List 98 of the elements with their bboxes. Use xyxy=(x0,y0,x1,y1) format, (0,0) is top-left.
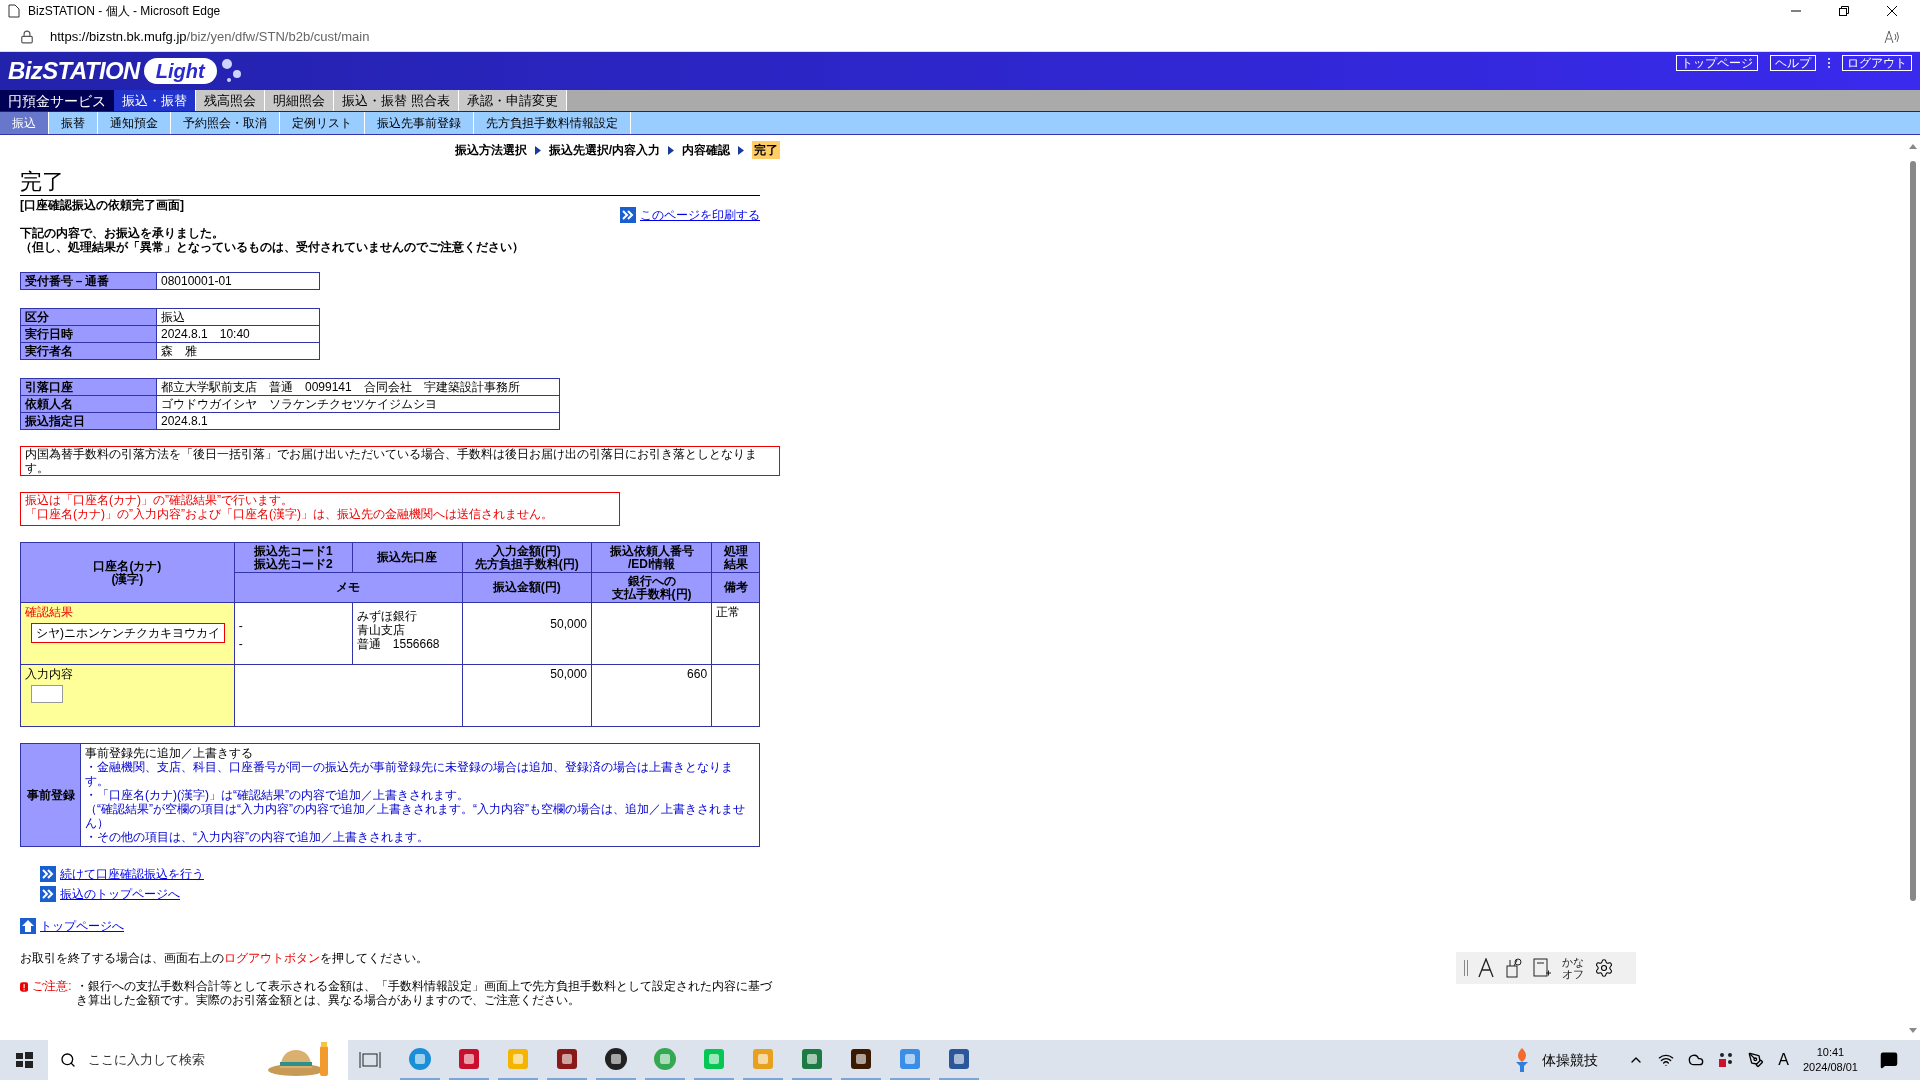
drag-handle-icon[interactable] xyxy=(1464,960,1468,976)
info-value: ゴウドウガイシヤ ソラケンチクセツケイジムシヨ xyxy=(156,395,560,413)
step-label: 内容確認 xyxy=(682,142,730,159)
menu-tab[interactable]: 承認・申請変更 xyxy=(458,90,567,111)
ime-indicator[interactable]: A xyxy=(1778,1048,1789,1072)
up-arrow-icon xyxy=(20,918,36,934)
service-label: 円預金サービス xyxy=(0,90,114,111)
print-link[interactable]: このページを印刷する xyxy=(640,206,760,224)
table-cell: 正常 xyxy=(711,602,760,665)
prereg-note: ・その他の項目は、“入力内容”の内容で追加／上書きされます。 xyxy=(85,830,430,844)
settings-icon[interactable] xyxy=(1594,958,1614,978)
header-button[interactable]: ログアウト xyxy=(1842,55,1912,71)
menu-tab[interactable]: 残高照会 xyxy=(196,90,265,111)
search-icon xyxy=(60,1052,76,1068)
column-header: 口座名(カナ) (漢字) xyxy=(20,542,235,603)
info-value: 森 雅 xyxy=(156,342,320,360)
scroll-down-icon[interactable] xyxy=(1909,1028,1917,1034)
clock[interactable]: 10:41 2024/08/01 xyxy=(1802,1045,1858,1075)
caution-label: ご注意: xyxy=(32,979,72,993)
info-value: 2024.8.1 xyxy=(156,412,560,430)
taskbar-search-field[interactable]: ここに入力して検索 xyxy=(48,1040,348,1080)
table-cell: みずほ銀行 青山支店 普通 1556668 xyxy=(352,602,463,665)
app-tray-icon[interactable] xyxy=(1718,1052,1735,1068)
prereg-label: 事前登録 xyxy=(20,743,81,847)
info-label: 引落口座 xyxy=(20,378,157,396)
column-header: 振込金額(円) xyxy=(462,572,592,603)
logo-text: BizSTATION xyxy=(8,56,140,86)
print-link-icon xyxy=(620,207,636,223)
step-label: 振込先選択/内容入力 xyxy=(548,142,660,159)
row-label: 確認結果 xyxy=(25,604,74,621)
page-subtitle: [口座確認振込の依頼完了画面] xyxy=(20,197,184,214)
menu-tab[interactable]: 振込・振替 xyxy=(114,90,196,111)
info-label: 受付番号－通番 xyxy=(20,272,157,290)
info-value: 08010001-01 xyxy=(156,272,320,290)
step-arrow-icon xyxy=(668,145,674,155)
prereg-note: （“確認結果”が空欄の項目は“入力内容”の内容で追加／上書きされます。“入力内容”も空欄の場合は、追加／上書きされません） xyxy=(85,802,746,830)
kana-result: シヤ)ニホンケンチクカキヨウカイ xyxy=(31,623,225,643)
column-header: 処理 結果 xyxy=(711,542,760,573)
menu-tab[interactable]: 明細照会 xyxy=(265,90,334,111)
page-icon xyxy=(8,4,20,18)
prereg-note: ・金融機関、支店、科目、口座番号が同一の振込先が事前登録先に未登録の場合は追加、登録済の場合は上書きとなります。 xyxy=(85,760,734,788)
font-icon[interactable] xyxy=(1478,958,1494,978)
scroll-up-icon[interactable] xyxy=(1909,143,1917,149)
info-label: 区分 xyxy=(20,308,157,326)
caution-text: ・銀行への支払手数料合計等として表示される金額は、「手数料情報設定」画面上で先方負担手数料として設定された内容に基づき算出した金額です。実際のお引落金額とは、異なる場合がありますので、ご注意ください。 xyxy=(75,979,773,1007)
logo-badge: Light xyxy=(143,58,217,84)
column-header: メモ xyxy=(234,572,463,603)
lock-icon xyxy=(20,29,34,44)
torch-icon[interactable] xyxy=(1514,1048,1531,1072)
prereg-heading: 事前登録先に追加／上書きする xyxy=(85,746,254,760)
link-icon xyxy=(40,866,56,882)
table-cell: - - xyxy=(234,602,353,665)
nav-link[interactable]: 続けて口座確認振込を行う xyxy=(60,865,204,883)
step-arrow-icon xyxy=(738,145,744,155)
dictionary-icon[interactable] xyxy=(1532,958,1552,978)
column-header: 振込先口座 xyxy=(352,542,463,573)
window-title: BizSTATION - 個人 - Microsoft Edge xyxy=(28,3,221,20)
weather-text[interactable]: 体操競技 xyxy=(1542,1049,1599,1071)
step-arrow-icon xyxy=(534,145,541,155)
info-value: 都立大学駅前支店 普通 0099141 合同会社 宇建築設計事務所 xyxy=(156,378,560,396)
logout-message: お取引を終了する場合は、画面右上のログアウトボタンを押してください。 xyxy=(20,950,429,967)
link-icon xyxy=(40,886,56,902)
header-button[interactable]: ヘルプ xyxy=(1770,55,1816,71)
completion-message: 下記の内容で、お振込を承りました。 （但し、処理結果が「異常」となっているものは、受付されていませんのでご注意ください） xyxy=(20,226,525,254)
step-label: 振込方法選択 xyxy=(454,142,527,159)
empty-field xyxy=(31,685,63,703)
read-aloud-icon[interactable] xyxy=(1884,29,1900,44)
table-cell: 50,000 xyxy=(462,664,592,727)
row-label: 入力内容 xyxy=(25,666,74,683)
column-header: 振込依頼人番号 /EDI情報 xyxy=(591,542,712,573)
pen-icon[interactable] xyxy=(1748,1052,1765,1068)
kana-toggle[interactable]: かな オフ xyxy=(1562,956,1584,980)
info-value: 2024.8.1 10:40 xyxy=(156,325,320,343)
menu-tab[interactable]: 振込・振替 照合表 xyxy=(334,90,459,111)
column-header: 入力金額(円) 先方負担手数料(円) xyxy=(462,542,592,573)
restore-icon[interactable] xyxy=(1839,6,1849,16)
close-icon[interactable] xyxy=(1887,6,1897,16)
brush-icon[interactable] xyxy=(1504,958,1522,978)
nav-link[interactable]: 振込のトップページへ xyxy=(60,885,180,903)
cloud-icon[interactable] xyxy=(1688,1052,1705,1068)
page-title: 完了 xyxy=(20,169,64,194)
prereg-note: ・「口座名(カナ)(漢字)」は“確認結果”の内容で追加／上書きされます。 xyxy=(85,788,470,802)
notification-icon[interactable] xyxy=(1880,1051,1898,1069)
top-page-link[interactable]: トップページへ xyxy=(40,917,124,935)
address-field[interactable]: https://bizstn.bk.mufg.jp/biz/yen/dfw/STN/b2b/cust/main xyxy=(50,26,1868,47)
submenu-tab[interactable]: 振込 xyxy=(0,112,49,134)
column-header: 銀行への 支払手数料(円) xyxy=(591,572,712,603)
notice-box: 内国為替手数料の引落方法を「後日一括引落」でお届け出いただいている場合、手数料は後日お届け出の引落日にお引き落としとなります。 xyxy=(20,446,780,476)
scrollbar-thumb[interactable] xyxy=(1910,161,1916,901)
table-cell: 660 xyxy=(591,664,712,727)
table-cell: 50,000 xyxy=(462,602,592,665)
column-header: 振込先コード1 振込先コード2 xyxy=(234,542,353,573)
header-button[interactable]: トップページ xyxy=(1676,55,1758,71)
info-value: 振込 xyxy=(156,308,320,326)
step-label: 完了 xyxy=(752,141,780,159)
notice-box: 振込は「口座名(カナ)」の”確認結果”で行います。 「口座名(カナ)」の”入力内容”および「口座名(漢字)」は、振込先の金融機関へは送信されません。 xyxy=(20,492,620,526)
wifi-icon[interactable] xyxy=(1658,1052,1675,1068)
alert-icon xyxy=(20,979,29,995)
